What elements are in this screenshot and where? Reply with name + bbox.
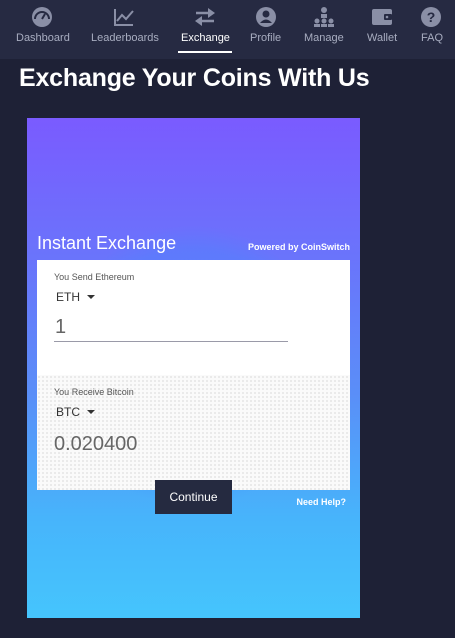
continue-button[interactable]: Continue <box>155 480 232 514</box>
receive-coin-value: BTC <box>56 405 80 419</box>
nav-label: Profile <box>250 32 282 44</box>
nav-item-wallet[interactable]: Wallet <box>366 0 398 59</box>
nav-label: Dashboard <box>16 32 70 44</box>
nav-label: Exchange <box>181 32 230 44</box>
widget-title: Instant Exchange <box>37 233 177 253</box>
hierarchy-icon <box>312 6 336 28</box>
line-chart-icon <box>112 6 136 28</box>
user-icon <box>254 6 278 28</box>
send-coin-select[interactable]: ETH <box>56 290 95 304</box>
exchange-form-panel: You Send Ethereum ETH You Receive Bitcoi… <box>37 260 350 490</box>
wallet-icon <box>370 6 394 28</box>
nav-label: FAQ <box>421 32 444 44</box>
page-title: Exchange Your Coins With Us <box>19 64 370 92</box>
send-label: You Send Ethereum <box>54 272 135 282</box>
send-coin-value: ETH <box>56 290 80 304</box>
nav-item-exchange[interactable]: Exchange <box>178 0 232 59</box>
nav-label: Leaderboards <box>91 32 159 44</box>
send-amount-input[interactable] <box>54 314 288 342</box>
caret-down-icon <box>87 410 95 414</box>
top-nav: Dashboard Leaderboards Exchange Profile … <box>0 0 455 59</box>
nav-label: Wallet <box>367 32 398 44</box>
need-help-link[interactable]: Need Help? <box>296 497 346 507</box>
nav-item-leaderboards[interactable]: Leaderboards <box>90 0 159 59</box>
nav-label: Manage <box>304 32 344 44</box>
nav-item-profile[interactable]: Profile <box>248 0 284 59</box>
svg-text:?: ? <box>427 9 436 25</box>
caret-down-icon <box>87 295 95 299</box>
exchange-widget: Instant Exchange Powered by CoinSwitch Y… <box>27 118 360 618</box>
nav-item-faq[interactable]: ? FAQ <box>418 0 444 59</box>
active-tab-indicator <box>178 51 232 53</box>
nav-item-dashboard[interactable]: Dashboard <box>12 0 72 59</box>
question-icon: ? <box>419 6 443 28</box>
receive-label: You Receive Bitcoin <box>54 387 134 397</box>
receive-amount: 0.020400 <box>54 433 138 455</box>
receive-coin-select[interactable]: BTC <box>56 405 95 419</box>
exchange-arrows-icon <box>193 6 217 28</box>
speedometer-icon <box>30 6 54 28</box>
powered-by-label: Powered by CoinSwitch <box>247 242 350 252</box>
nav-item-manage[interactable]: Manage <box>302 0 346 59</box>
